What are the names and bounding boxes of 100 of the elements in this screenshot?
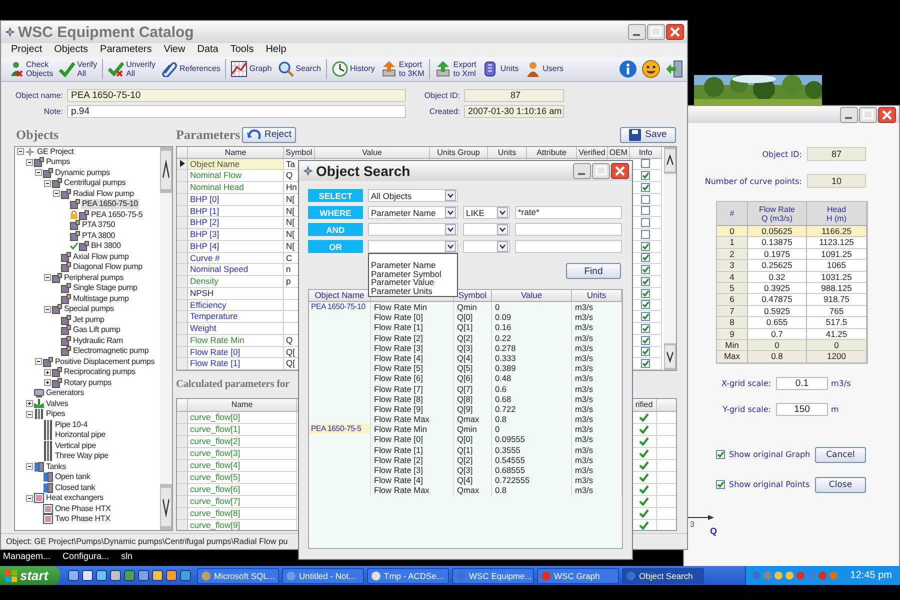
menu-item[interactable]: Help [266, 44, 286, 56]
table-cell[interactable]: 0.16 [492, 322, 572, 333]
toolbar-button[interactable]: History [329, 57, 378, 80]
table-cell[interactable]: Flow Rate Min [188, 334, 284, 347]
menu-item[interactable]: Parameters [100, 44, 152, 56]
tree-item[interactable]: PEA 1650-75-10 [81, 199, 139, 210]
tree-item[interactable]: Positive Displacement pumps [54, 356, 156, 367]
table-cell[interactable]: Flow Rate [6] [371, 373, 454, 384]
table-cell[interactable]: Flow Rate [1] [188, 358, 284, 370]
table-cell[interactable]: 0.13875 [748, 237, 807, 249]
table-cell[interactable]: Density [188, 276, 284, 288]
table-cell[interactable]: Flow Rate [0] [371, 312, 454, 322]
taskbar-button[interactable]: WSC Graph [537, 568, 619, 584]
table-cell[interactable]: 1065 [807, 260, 867, 272]
table-cell[interactable]: Q[0] [454, 434, 492, 445]
column-header[interactable]: rified [632, 398, 657, 412]
column-header[interactable]: Verified [577, 146, 608, 159]
column-header[interactable]: Symbol [284, 146, 315, 159]
taskbar-button[interactable]: WSC Equipme... [452, 568, 534, 584]
checkbox-label[interactable]: Show original Graph [729, 450, 810, 460]
dropdown-option[interactable]: Parameter Units [371, 286, 455, 296]
table-cell[interactable]: curve_flow[5] [188, 472, 297, 484]
tree-item[interactable]: Open tank [54, 472, 92, 482]
tree-item[interactable]: Tanks [45, 462, 67, 472]
table-cell[interactable]: m3/s [572, 312, 622, 322]
table-cell[interactable]: Flow Rate [1] [371, 322, 454, 333]
dropdown-option[interactable]: Parameter Name [371, 261, 455, 270]
column-header[interactable]: Units [488, 146, 527, 159]
start-button[interactable]: start [0, 566, 60, 585]
table-cell[interactable]: 0.3925 [748, 282, 807, 294]
table-cell[interactable]: Q[3] [454, 342, 492, 353]
toolbar-button[interactable]: Search [274, 57, 324, 80]
table-cell[interactable]: m3/s [572, 352, 622, 364]
table-cell[interactable]: 0.25625 [748, 260, 807, 272]
tree-item[interactable]: Dynamic pumps [54, 168, 111, 178]
tree-item[interactable]: Vertical pipe [54, 440, 97, 451]
column-header[interactable]: Value [492, 290, 572, 302]
find-button[interactable]: Find [566, 263, 621, 279]
table-cell[interactable]: 1166.25 [807, 226, 867, 238]
menu-item[interactable]: Objects [54, 44, 88, 56]
table-cell[interactable]: 0.47875 [748, 294, 807, 306]
table-cell[interactable]: 1031.25 [807, 272, 867, 283]
tree-item[interactable]: Single Stage pump [72, 283, 138, 294]
toolbar-button[interactable]: Graph [228, 57, 275, 80]
table-cell[interactable]: Qmin [454, 302, 492, 312]
table-cell[interactable]: 0.655 [748, 317, 807, 329]
desktop-icon-label[interactable]: sln [121, 551, 133, 561]
menu-item[interactable]: View [164, 44, 186, 56]
table-cell[interactable]: m3/s [572, 485, 622, 496]
column-header[interactable]: OEM [608, 146, 630, 159]
tree-item[interactable]: Hydraulic Ram [72, 336, 124, 346]
table-cell[interactable]: 0.05625 [748, 226, 807, 238]
table-cell[interactable]: 765 [807, 306, 867, 318]
table-cell[interactable]: Q[1] [454, 444, 492, 455]
dropdown[interactable]: All Objects [368, 189, 458, 202]
tree-item[interactable]: Valves [45, 398, 70, 409]
dropdown[interactable]: LIKE [463, 206, 510, 219]
menu-item[interactable]: Data [197, 44, 218, 56]
toolbar-button[interactable]: Export to 3KM [378, 57, 428, 80]
table-cell[interactable]: Flow Rate [2] [371, 454, 454, 465]
dialog-button[interactable]: Cancel [815, 446, 866, 463]
tree-item[interactable]: Axial Flow pump [72, 252, 130, 262]
toolbar-button[interactable]: Units [479, 57, 522, 80]
table-cell[interactable]: 918.75 [807, 294, 867, 306]
table-cell[interactable]: Nominal Speed [188, 264, 284, 276]
table-cell[interactable]: 0.68555 [492, 465, 572, 476]
column-header[interactable]: Object Name [309, 290, 371, 302]
table-cell[interactable]: 0 [807, 340, 867, 352]
tree-item[interactable]: GE Project [36, 146, 75, 157]
table-cell[interactable]: 1123.125 [807, 237, 867, 249]
table-cell[interactable]: m3/s [572, 475, 622, 486]
table-cell[interactable]: m3/s [572, 342, 622, 353]
table-cell[interactable]: m3/s [572, 363, 622, 374]
menu-item[interactable]: Tools [230, 44, 254, 56]
table-cell[interactable]: curve_flow[4] [188, 460, 297, 472]
table-cell[interactable]: 0 [492, 302, 572, 312]
table-cell[interactable]: Q[6] [454, 373, 492, 384]
table-cell[interactable]: 0.1975 [748, 248, 807, 260]
table-cell[interactable]: 0.722 [492, 404, 572, 414]
tree-item[interactable]: One Phase HTX [54, 504, 112, 514]
table-cell[interactable]: Flow Rate [0] [371, 434, 454, 445]
desktop-icon-label[interactable]: Configura... [62, 551, 110, 561]
tree-item[interactable]: Two Phase HTX [54, 514, 112, 524]
table-cell[interactable]: m3/s [572, 302, 622, 312]
input-field[interactable]: 150 [776, 402, 828, 416]
toolbar-button[interactable]: Unverify All [105, 57, 158, 80]
table-cell[interactable]: Nominal Flow [188, 170, 284, 182]
table-cell[interactable]: m3/s [572, 454, 622, 465]
table-cell[interactable]: BHP [0] [188, 194, 284, 206]
table-cell[interactable]: Flow Rate [0] [188, 346, 284, 358]
menu-item[interactable]: Project [11, 44, 42, 56]
table-cell[interactable]: 0.5925 [748, 306, 807, 318]
table-cell[interactable]: m3/s [572, 322, 622, 333]
table-cell[interactable]: Flow Rate Max [371, 485, 454, 496]
table-cell[interactable]: m3/s [572, 394, 622, 404]
tree-item[interactable]: Diagonal Flow pump [72, 262, 144, 272]
input-field[interactable]: p.94 [67, 104, 406, 118]
table-cell[interactable]: 0.8 [492, 414, 572, 424]
table-cell[interactable]: 41.25 [807, 328, 867, 340]
input-field[interactable]: 0.1 [776, 376, 828, 390]
